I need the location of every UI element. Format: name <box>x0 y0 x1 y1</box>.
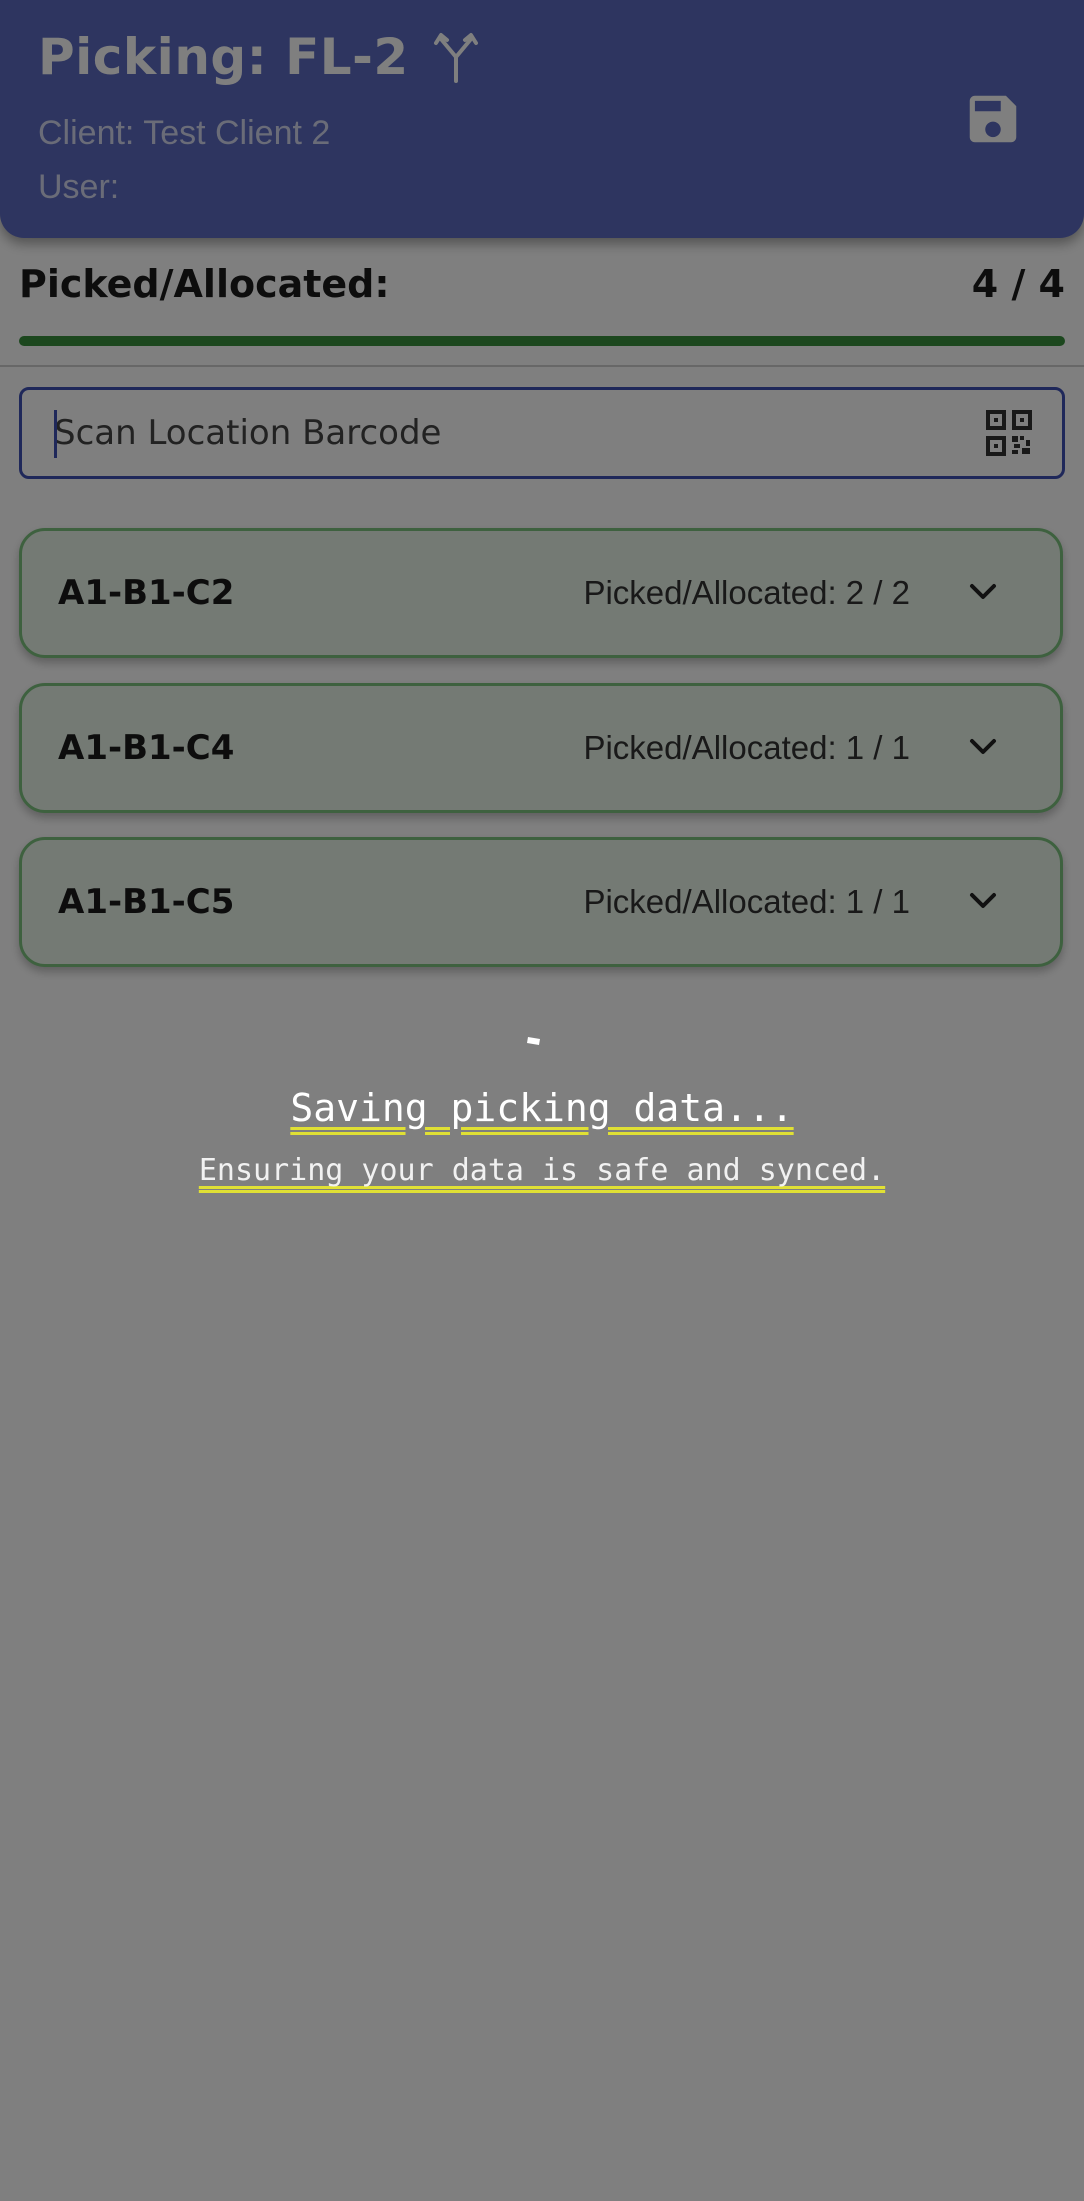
loading-overlay: Saving picking data... Ensuring your dat… <box>0 0 1084 2201</box>
saving-title-text: Saving picking data... <box>290 1086 794 1130</box>
loading-spinner-icon <box>527 1037 540 1045</box>
saving-subtitle-text: Ensuring your data is safe and synced. <box>198 1153 886 1188</box>
saving-subtitle: Ensuring your data is safe and synced. <box>0 1153 1084 1188</box>
saving-title: Saving picking data... <box>0 1086 1084 1130</box>
